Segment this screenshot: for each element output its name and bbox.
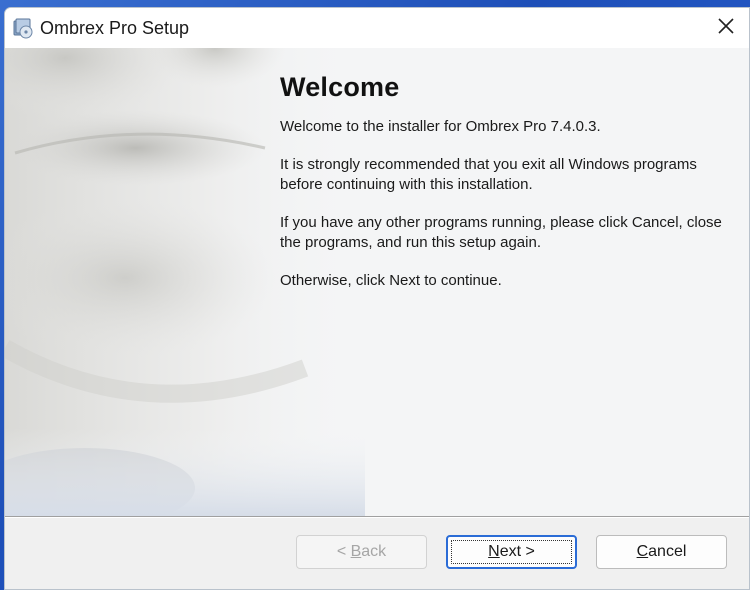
welcome-heading: Welcome	[280, 72, 400, 102]
focus-ring	[451, 540, 572, 564]
close-icon	[717, 17, 735, 40]
welcome-text: Welcome Welcome to the installer for Omb…	[280, 72, 730, 309]
back-label-accel: B	[350, 543, 362, 560]
window-title: Ombrex Pro Setup	[40, 18, 190, 38]
installer-cd-icon	[12, 17, 34, 39]
intro-paragraph: Welcome to the installer for Ombrex Pro …	[280, 118, 601, 135]
recommendation-paragraph: It is strongly recommended that you exit…	[280, 156, 697, 193]
back-label-rest: ack	[361, 543, 387, 560]
back-button[interactable]: < Back	[296, 535, 427, 569]
button-bar: < Back Next > Cancel	[5, 518, 749, 589]
title-bar[interactable]: Ombrex Pro Setup	[5, 8, 749, 48]
cancel-label-accel: C	[636, 543, 649, 560]
close-button[interactable]	[703, 8, 749, 48]
welcome-panel: Welcome Welcome to the installer for Omb…	[5, 48, 749, 516]
cancel-instruction-paragraph: If you have any other programs running, …	[280, 214, 722, 251]
next-button[interactable]: Next >	[446, 535, 577, 569]
cancel-label-rest: ancel	[648, 543, 687, 560]
setup-window: Ombrex Pro Setup Welcome Welcome to the …	[4, 7, 750, 590]
back-label-prefix: <	[336, 543, 351, 560]
continue-instruction-paragraph: Otherwise, click Next to continue.	[280, 272, 502, 289]
cancel-button[interactable]: Cancel	[596, 535, 727, 569]
